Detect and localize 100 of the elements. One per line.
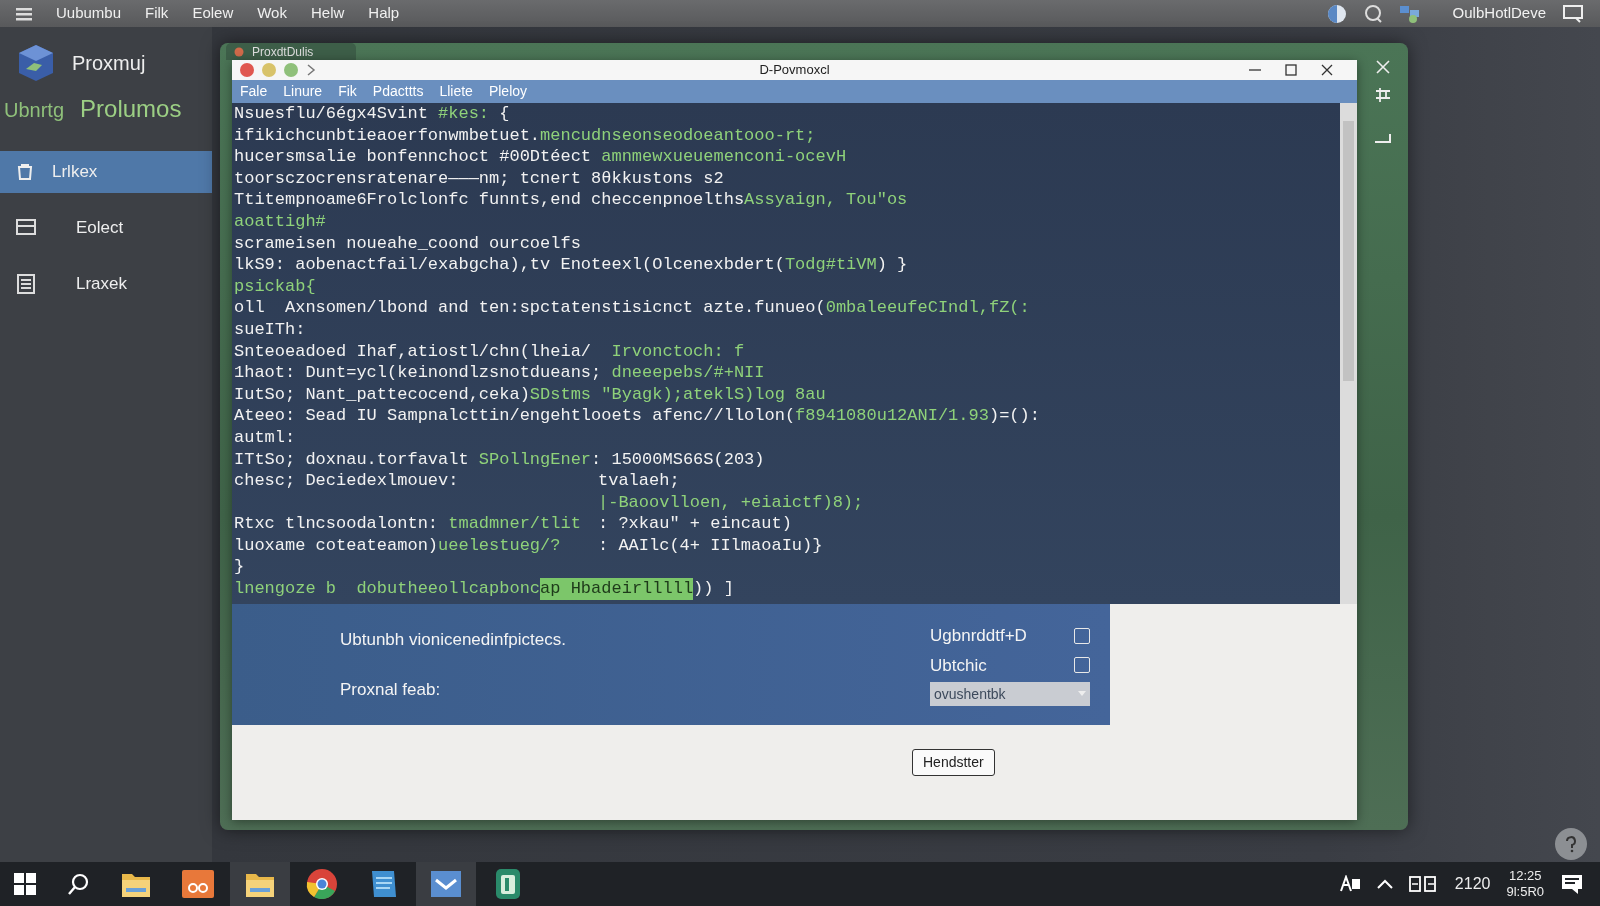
code-text: chesc; Deciedexlmouev: bbox=[234, 471, 459, 491]
code-text: )=(): bbox=[988, 405, 1040, 427]
brand-subtitle: Ubnrtg bbox=[4, 98, 65, 123]
caret-icon bbox=[1078, 691, 1086, 697]
window-control-dot[interactable] bbox=[284, 63, 298, 77]
menu-item[interactable]: Uubumbu bbox=[56, 2, 122, 25]
menu-item[interactable]: Eolew bbox=[192, 2, 234, 25]
menu-item[interactable]: Fik bbox=[338, 81, 357, 102]
layout-icon[interactable] bbox=[1373, 86, 1392, 104]
window-tab[interactable]: ProxdtDulis bbox=[226, 43, 356, 60]
taskbar-button[interactable] bbox=[416, 862, 476, 906]
code-text: IutSo; Nant_pattecocend,ceka) bbox=[234, 383, 530, 406]
menu-item[interactable]: Fale bbox=[240, 81, 268, 102]
code-text: aoattigh# bbox=[234, 210, 326, 233]
menu-item[interactable]: Halp bbox=[368, 2, 400, 25]
select-field[interactable]: ovushentbk bbox=[930, 682, 1090, 706]
code-text: #kes: bbox=[438, 103, 490, 125]
code-text: ap Hbadeirlllll bbox=[540, 578, 694, 600]
panel-icon bbox=[16, 218, 36, 238]
code-text: lnengoze b dobutheeollcapbonc bbox=[234, 578, 541, 600]
scrollbar[interactable] bbox=[1340, 103, 1357, 604]
cube-logo-icon bbox=[16, 43, 56, 83]
help-button[interactable] bbox=[1555, 828, 1587, 860]
chevron-up-icon[interactable] bbox=[1376, 879, 1393, 889]
globe-icon[interactable] bbox=[1326, 3, 1347, 24]
taskbar-button[interactable] bbox=[230, 862, 290, 906]
menu-item[interactable]: Filk bbox=[145, 2, 169, 25]
help-icon bbox=[1564, 835, 1578, 853]
menu-item[interactable]: Wok bbox=[257, 2, 287, 25]
field-label: Proxnal feab: bbox=[340, 678, 442, 701]
code-text: mencudnseonseodoeantooo-rt; bbox=[540, 124, 816, 147]
code-text: Nsuesflu/6égx4Svint bbox=[234, 103, 429, 125]
code-text: } bbox=[234, 556, 245, 579]
checkbox[interactable] bbox=[1074, 627, 1090, 644]
code-text: sueITh: bbox=[234, 318, 306, 341]
code-text: luoxame coteateamon) bbox=[234, 535, 439, 555]
dialog-message: Ubtunbh vionicenedinfpictecs. bbox=[340, 629, 566, 651]
code-text: f8941080u12ANI/1.93 bbox=[795, 405, 989, 427]
brand-title: Prolumos bbox=[80, 94, 182, 124]
code-text: 0mbaleeufeCIndl,fZ(: bbox=[825, 297, 1030, 319]
menu-item[interactable]: Pleloy bbox=[488, 81, 528, 102]
sidebar-item[interactable]: Lraxek bbox=[0, 263, 212, 305]
brand-name: Proxmuj bbox=[72, 51, 146, 76]
code-text: : ?xkau" + eincaut) bbox=[598, 514, 792, 534]
window-control-dot[interactable] bbox=[240, 63, 254, 77]
user-name: OulbHotlDeve bbox=[1452, 3, 1546, 24]
menu-item[interactable]: Helw bbox=[310, 2, 345, 25]
return-icon[interactable] bbox=[1373, 132, 1392, 144]
code-text: autml: bbox=[234, 426, 296, 449]
code-text: scrameisen noueahe_coond ourcoelfs bbox=[234, 232, 581, 255]
clock[interactable]: 12:25 9l:5R0 bbox=[1506, 868, 1544, 900]
browser-icon bbox=[304, 866, 340, 902]
code-text: |-Baoovlloen, bbox=[598, 492, 732, 512]
code-text: )) ] bbox=[693, 578, 734, 600]
close-icon[interactable] bbox=[1321, 64, 1333, 76]
code-text: Snteoeadoed Ihaf,atiostl/chn(lheia/ bbox=[234, 340, 593, 363]
menu-item[interactable]: Pdacttts bbox=[372, 81, 424, 102]
notification-icon[interactable] bbox=[1560, 873, 1584, 895]
code-text: dneeepebs/#+NII bbox=[611, 362, 765, 384]
code-text: amnmewxueuemenconi-ocevH bbox=[601, 146, 847, 168]
code-text: hucersmsalie bonfennchoct #00Dtéect bbox=[234, 146, 593, 168]
maximize-icon[interactable] bbox=[1285, 64, 1297, 76]
code-text: Ttitempnoame6Frolclonfc funnts,end checcenpnoelths bbox=[234, 189, 745, 211]
chevron-icon[interactable] bbox=[306, 64, 316, 76]
option-label: Ugbnrddtf+D bbox=[930, 625, 1027, 647]
code-text: oll Axnsomen/lbond and ten:spctatenstisicnct azte.funueo( bbox=[234, 297, 826, 319]
sidebar-item[interactable]: Lrlkex bbox=[0, 151, 212, 193]
code-text: ueelestueg/? bbox=[438, 535, 561, 555]
code-text: psickab{ bbox=[234, 275, 316, 298]
menu-icon[interactable] bbox=[16, 6, 32, 21]
list-icon bbox=[16, 274, 36, 294]
code-text: Ateeo: Sead IU Sampnalcttin/engehtlooets afenc//llolon( bbox=[234, 405, 796, 427]
app-icon bbox=[234, 46, 244, 57]
code-text: ITtSo; doxnau.torfavalt bbox=[234, 448, 470, 471]
tray-icon[interactable] bbox=[1408, 875, 1439, 893]
option-label: Ubtchic bbox=[930, 654, 987, 677]
search-icon[interactable] bbox=[66, 872, 90, 896]
code-text: Todg#tiVM bbox=[784, 254, 877, 276]
checkbox[interactable] bbox=[1074, 657, 1090, 674]
network-icon[interactable] bbox=[1398, 3, 1421, 24]
code-text: tvalaeh; bbox=[598, 471, 680, 491]
code-text: Rtxc tlncsoodalontn: bbox=[234, 514, 440, 534]
sidebar-item[interactable]: Eolect bbox=[0, 207, 212, 249]
window-control-dot[interactable] bbox=[262, 63, 276, 77]
language-icon[interactable] bbox=[1338, 875, 1361, 893]
code-text: ) } bbox=[876, 254, 908, 276]
menu-item[interactable]: Lliete bbox=[439, 81, 473, 102]
code-text: 1haot: Dunt=ycl(keinondlzsnotdueans; bbox=[234, 362, 603, 384]
window-title: D-Povmoxcl bbox=[759, 61, 830, 80]
code-text: { bbox=[498, 103, 510, 125]
dialog-button[interactable]: Hendstter bbox=[912, 749, 995, 776]
code-text: Assyaign, Tou"os bbox=[744, 189, 908, 211]
code-text: : AAIlc(4+ IIlmaoaIu)} bbox=[598, 535, 823, 555]
code-text: ifikichcunbtieaoerfonwmbetuet. bbox=[234, 124, 541, 147]
tray-text: 2120 bbox=[1454, 874, 1491, 894]
windows-icon[interactable] bbox=[14, 873, 36, 895]
screen-icon[interactable] bbox=[1562, 3, 1584, 24]
menu-item[interactable]: Linure bbox=[283, 81, 323, 102]
code-text: SDstms "Byagk);ateklS)log 8au bbox=[529, 383, 826, 406]
code-text: SPollngEner bbox=[478, 448, 592, 471]
